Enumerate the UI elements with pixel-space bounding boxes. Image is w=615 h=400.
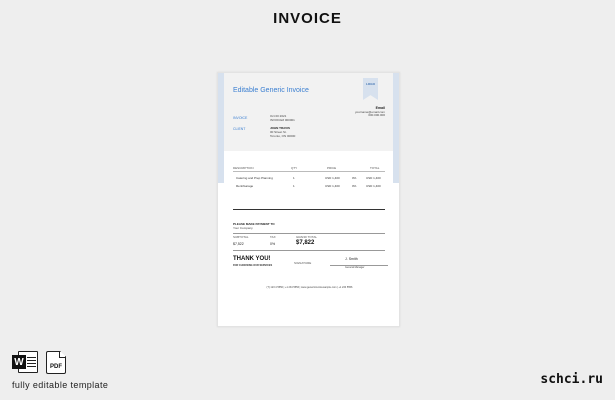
side-band-right	[393, 73, 399, 183]
client-block: JOHN TRAVIS 00 Street St. Toronto, ON 00…	[270, 126, 295, 138]
brand-watermark: schci.ru	[540, 372, 603, 387]
row-tax: 0%	[352, 184, 357, 188]
row-total: USD 1,400	[366, 184, 381, 188]
pdf-label: PDF	[50, 364, 62, 370]
table-row: Catering and Prep Planning 1 USD 1,400 0…	[233, 174, 385, 182]
payment-company: Your Company	[233, 226, 253, 231]
invoice-meta: Oct 00 2021 INVOICE# 000001	[270, 114, 295, 122]
signature-label: SIGNATURE	[294, 261, 312, 265]
word-file-icon: W	[12, 351, 38, 373]
row-tax: 0%	[352, 176, 357, 180]
invoice-label: INVOICE	[233, 116, 248, 120]
payment-block: PLEASE MAKE PAYMENT TO Your Company	[233, 222, 275, 230]
row-qty: 1	[293, 184, 295, 188]
col-description: DESCRIPTION	[233, 166, 254, 170]
page-title: INVOICE	[273, 10, 342, 27]
col-total: TOTAL	[370, 166, 380, 170]
grand-total-label: GRAND TOTAL	[296, 235, 318, 239]
subtotal-label: SUBTOTAL	[233, 235, 249, 239]
file-format-icons: W PDF	[12, 351, 66, 374]
pdf-fold	[59, 352, 65, 358]
col-price: PRICE	[327, 166, 337, 170]
col-qty: QTY	[291, 166, 298, 170]
row-qty: 1	[293, 176, 295, 180]
row-description: Rent/Garage	[236, 184, 254, 188]
table-row: Rent/Garage 1 USD 1,400 0% USD 1,400	[233, 182, 385, 190]
grand-total-value: $7,822	[296, 240, 315, 246]
pdf-file-icon: PDF	[46, 351, 66, 374]
thank-you-sub: FOR CHOOSING OUR SERVICES	[233, 264, 273, 267]
template-caption: fully editable template	[12, 380, 109, 390]
row-price: USD 1,400	[325, 184, 340, 188]
client-city: Toronto, ON 00000	[270, 134, 296, 139]
subtotal-value: $7,522	[233, 242, 244, 246]
tax-label: TAX	[270, 235, 276, 239]
signer-title: General Manager	[345, 266, 365, 269]
invoice-sheet: Editable Generic Invoice LOGO Email your…	[217, 72, 400, 327]
word-letter: W	[12, 355, 26, 369]
divider	[233, 250, 385, 251]
invoice-heading: Editable Generic Invoice	[233, 87, 309, 94]
client-label: CLIENT	[233, 127, 246, 131]
sender-line: 000.000.000	[368, 113, 385, 118]
divider	[233, 233, 385, 234]
tax-value: 0%	[270, 242, 276, 246]
row-total: USD 1,400	[366, 176, 381, 180]
sender-block: Email yourname@email.com 000.000.000	[355, 106, 385, 118]
divider	[233, 209, 385, 210]
invoice-footer: (T) 123 4 5556 | +1 234 5556 | www.gener…	[266, 286, 353, 289]
invoice-number: INVOICE# 000001	[270, 118, 295, 123]
row-price: USD 1,400	[325, 176, 340, 180]
thank-you: THANK YOU!	[233, 256, 271, 262]
row-description: Catering and Prep Planning	[236, 176, 273, 180]
signer-name: J. Smith	[345, 257, 358, 261]
table-header: DESCRIPTION QTY PRICE TOTAL	[233, 165, 385, 172]
side-band-left	[218, 73, 224, 183]
ribbon-text: LOGO	[366, 82, 375, 86]
